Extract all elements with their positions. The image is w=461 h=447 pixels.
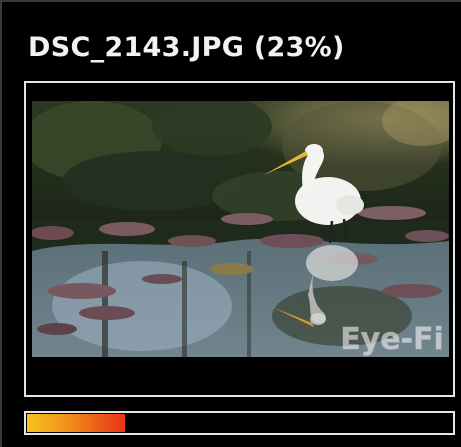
upload-progress-bar [24,411,455,435]
upload-widget: DSC_2143.JPG (23%) Eye-Fi [0,0,461,447]
upload-progress-fill [27,414,125,432]
photo-preview-frame: Eye-Fi [24,81,455,397]
photo-preview: Eye-Fi [32,101,449,357]
eye-fi-watermark-icon: Eye-Fi [340,322,444,357]
file-name-title: DSC_2143.JPG (23%) [28,32,345,63]
